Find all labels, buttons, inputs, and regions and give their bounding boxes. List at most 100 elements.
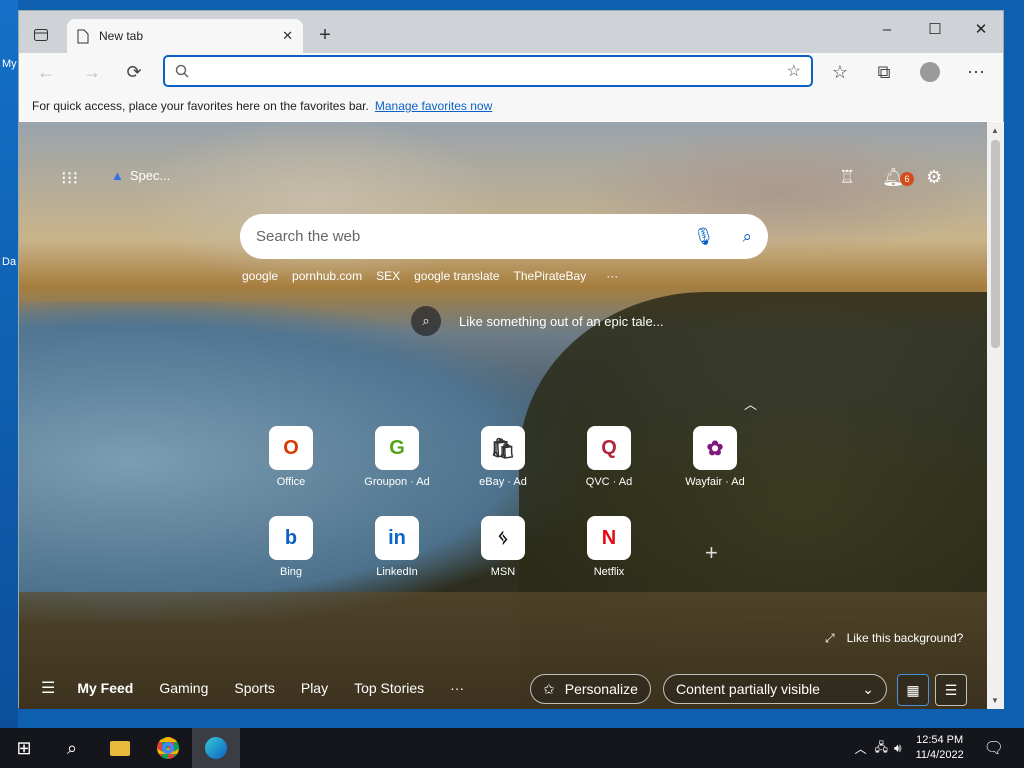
minimize-button[interactable]: – — [865, 15, 909, 43]
manage-favorites-link[interactable]: Manage favorites now — [375, 99, 492, 113]
image-search-icon[interactable]: ⌕ — [411, 306, 441, 336]
network-icon[interactable]: 🖧 — [875, 738, 888, 759]
tab-new-tab[interactable]: New tab ✕ — [67, 19, 303, 53]
personalize-button[interactable]: ✩ Personalize — [530, 674, 651, 704]
rewards-icon[interactable]: ♖ — [839, 167, 855, 188]
refresh-icon[interactable]: ⟳ — [121, 59, 147, 85]
qvc-icon: Q — [587, 426, 631, 470]
search-icon[interactable]: ⌕ — [48, 728, 96, 768]
like-background-text: Like this background? — [846, 631, 964, 645]
page-scrollbar[interactable]: ▲ ▼ — [987, 122, 1004, 709]
menu-icon[interactable]: ☰ — [41, 678, 55, 698]
msn-icon: ᛃ — [481, 516, 525, 560]
new-tab-button[interactable]: + — [313, 23, 337, 47]
web-search-box[interactable]: Search the web 🎙︎ ⌕ — [240, 214, 768, 259]
quick-link-tile[interactable]: Q QVC · Ad — [569, 426, 649, 488]
favorites-bar-text: For quick access, place your favorites h… — [32, 99, 369, 113]
like-background[interactable]: ⤢ Like this background? — [825, 631, 963, 646]
quick-link-tile[interactable]: ✿ Wayfair · Ad — [675, 426, 755, 488]
ebay-icon: 🛍 — [481, 426, 525, 470]
trending-item[interactable]: ThePirateBay — [514, 269, 587, 283]
apps-launcher-icon[interactable]: ⁝⁝⁝ — [61, 168, 78, 189]
feed-tab[interactable]: Sports — [234, 680, 274, 696]
microphone-icon[interactable]: 🎙︎ — [693, 227, 715, 247]
quick-link-tile[interactable]: ᛃ MSN — [463, 516, 543, 578]
edge-icon[interactable] — [192, 728, 240, 768]
image-info[interactable]: ⌕ Like something out of an epic tale... — [411, 306, 664, 336]
back-icon[interactable]: ← — [33, 59, 59, 85]
profile-avatar[interactable] — [917, 59, 943, 85]
expand-icon: ⤢ — [825, 631, 835, 645]
tile-label: Office — [276, 476, 306, 488]
tile-label: Wayfair · Ad — [685, 476, 745, 488]
content-visibility-label: Content partially visible — [676, 681, 820, 697]
linkedin-icon: in — [375, 516, 419, 560]
clock[interactable]: 12:54 PM 11/4/2022 — [916, 733, 964, 763]
search-icon — [175, 64, 189, 78]
notification-badge: 6 — [900, 172, 914, 186]
feed-tab[interactable]: My Feed — [77, 680, 133, 696]
trending-more[interactable]: ··· — [606, 269, 618, 283]
address-input[interactable] — [201, 63, 787, 79]
trending-item[interactable]: SEX — [376, 269, 400, 283]
tray-chevron-icon[interactable]: ︿ — [855, 740, 867, 757]
favorites-icon[interactable]: ☆ — [827, 59, 853, 85]
image-caption[interactable]: Like something out of an epic tale... — [459, 314, 664, 329]
tile-label: eBay · Ad — [479, 476, 527, 488]
bing-icon: b — [269, 516, 313, 560]
settings-more-icon[interactable]: ⋯ — [963, 59, 989, 85]
warning-widget[interactable]: ▲ Spec... — [111, 168, 170, 183]
collections-icon[interactable]: ⧉ — [871, 59, 897, 85]
close-tab-icon[interactable]: ✕ — [282, 28, 293, 44]
groupon-icon: G — [375, 426, 419, 470]
netflix-icon: N — [587, 516, 631, 560]
scrollbar-thumb[interactable] — [991, 140, 1000, 348]
add-site-icon[interactable]: + — [705, 540, 718, 566]
file-explorer-icon[interactable] — [96, 728, 144, 768]
page-settings-icon[interactable]: ⚙ — [926, 167, 942, 188]
tab-actions-icon[interactable] — [27, 23, 55, 47]
tile-label: MSN — [490, 566, 516, 578]
tile-label: QVC · Ad — [585, 476, 633, 488]
list-view-icon[interactable]: ☰ — [935, 674, 967, 706]
feed-bar: ☰ My Feed Gaming Sports Play Top Stories… — [19, 666, 987, 709]
search-icon[interactable]: ⌕ — [742, 227, 752, 247]
scroll-down-icon[interactable]: ▼ — [991, 696, 999, 705]
search-placeholder: Search the web — [256, 228, 361, 245]
volume-icon[interactable]: 🔊︎ — [894, 741, 902, 756]
browser-window: New tab ✕ + – ☐ ✕ ← → ⟳ ☆ ☆ ⧉ ⋯ For quic… — [18, 10, 1004, 709]
trending-item[interactable]: google — [242, 269, 278, 283]
desktop-icon-label[interactable]: Da — [2, 256, 16, 268]
clock-date: 11/4/2022 — [915, 749, 964, 761]
feed-more[interactable]: ··· — [450, 680, 464, 696]
desktop-icon-label[interactable]: My — [2, 58, 17, 70]
quick-link-tile[interactable]: N Netflix — [569, 516, 649, 578]
trending-item[interactable]: pornhub.com — [292, 269, 362, 283]
maximize-button[interactable]: ☐ — [913, 15, 957, 43]
add-favorite-icon[interactable]: ☆ — [787, 61, 801, 81]
chrome-icon[interactable] — [144, 728, 192, 768]
forward-icon[interactable]: → — [79, 59, 105, 85]
tile-label: Groupon · Ad — [364, 476, 430, 488]
quick-link-tile[interactable]: O Office — [251, 426, 331, 488]
address-bar[interactable]: ☆ — [163, 55, 813, 87]
scroll-up-icon[interactable]: ▲ — [991, 126, 999, 135]
personalize-icon: ✩ — [543, 680, 555, 697]
action-center-icon[interactable]: 🗨︎ — [984, 738, 1004, 758]
start-button[interactable]: ⊞ — [0, 728, 48, 768]
quick-link-tile[interactable]: 🛍 eBay · Ad — [463, 426, 543, 488]
feed-tab[interactable]: Play — [301, 680, 328, 696]
quick-link-tile[interactable]: in LinkedIn — [357, 516, 437, 578]
tile-label: LinkedIn — [376, 566, 418, 578]
feed-tab[interactable]: Top Stories — [354, 680, 424, 696]
personalize-label: Personalize — [564, 681, 638, 697]
feed-tab[interactable]: Gaming — [159, 680, 208, 696]
quick-link-tile[interactable]: G Groupon · Ad — [357, 426, 437, 488]
content-visibility-dropdown[interactable]: Content partially visible ⌄ — [663, 674, 887, 704]
close-window-button[interactable]: ✕ — [959, 15, 1003, 43]
tile-label: Netflix — [593, 566, 625, 578]
trending-item[interactable]: google translate — [414, 269, 499, 283]
collapse-caret-icon[interactable]: ︿ — [744, 394, 757, 413]
grid-view-icon[interactable]: ▦ — [897, 674, 929, 706]
quick-link-tile[interactable]: b Bing — [251, 516, 331, 578]
